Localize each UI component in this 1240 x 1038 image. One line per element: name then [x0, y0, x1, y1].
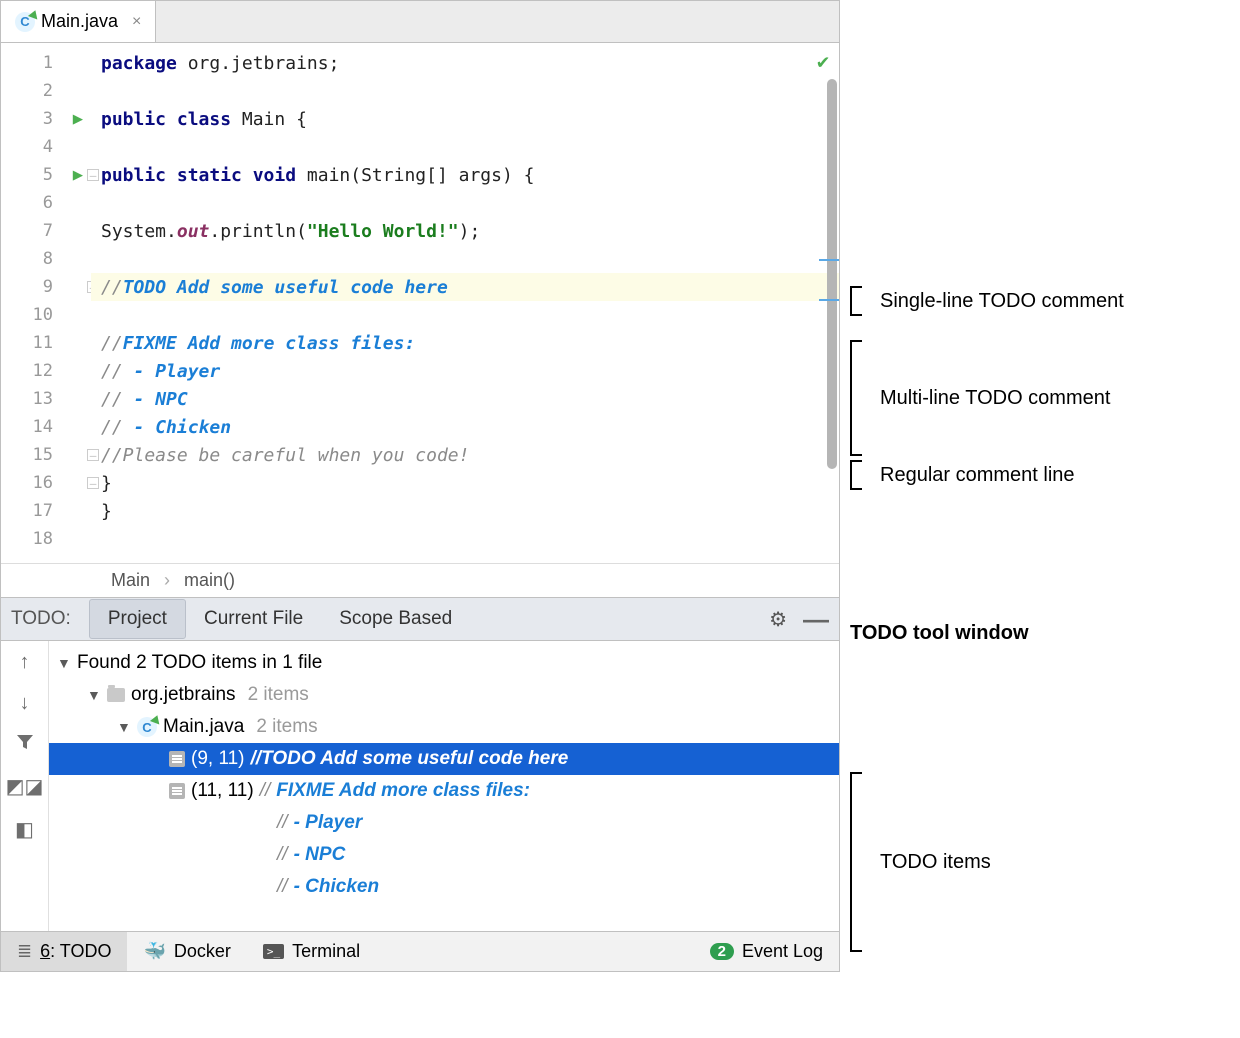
status-todo-button[interactable]: ≣ 6: TODO — [1, 932, 127, 971]
event-count-badge: 2 — [710, 943, 734, 960]
annotation-text: TODO items — [880, 851, 991, 874]
code-line[interactable] — [91, 245, 839, 273]
code-line[interactable] — [91, 133, 839, 161]
docker-icon: 🐳 — [143, 941, 165, 962]
annotation-text: Regular comment line — [880, 464, 1075, 487]
status-bar: ≣ 6: TODO 🐳 Docker >_ Terminal 2 Event L… — [1, 931, 839, 971]
code-line[interactable]: //FIXME Add more class files: — [91, 329, 839, 357]
list-icon: ≣ — [17, 941, 32, 962]
code-line[interactable]: System.out.println("Hello World!"); — [91, 217, 839, 245]
close-icon[interactable]: × — [132, 13, 141, 31]
code-line[interactable] — [91, 301, 839, 329]
todo-label: TODO: — [11, 608, 71, 630]
todo-item[interactable]: (11, 11) //FIXME Add more class files: — [49, 775, 839, 807]
scrollbar-thumb[interactable] — [827, 79, 837, 469]
todo-tree[interactable]: ▼ Found 2 TODO items in 1 file ▼ org.jet… — [49, 641, 839, 931]
line-gutter: 123▶45▶–6789–101112131415–16–1718 — [1, 43, 91, 563]
todo-tool-header: TODO: Project Current File Scope Based ⚙… — [1, 597, 839, 641]
breadcrumb-method[interactable]: main() — [184, 570, 235, 591]
annotations-panel: Single-line TODO comment Multi-line TODO… — [840, 0, 1240, 972]
hide-icon[interactable]: — — [803, 604, 829, 635]
code-line[interactable]: public class Main { — [91, 105, 839, 133]
breadcrumb: Main › main() — [1, 563, 839, 597]
tab-current-file[interactable]: Current File — [186, 600, 321, 638]
code-line[interactable]: } — [91, 469, 839, 497]
todo-item-cont[interactable]: // - Player — [49, 807, 839, 839]
editor-marker[interactable] — [819, 299, 839, 301]
filter-icon[interactable] — [16, 733, 34, 756]
annotation-text: TODO tool window — [850, 622, 1029, 645]
package-icon — [107, 688, 125, 702]
code-line[interactable]: package org.jetbrains; — [91, 49, 839, 77]
todo-item-cont[interactable]: // - NPC — [49, 839, 839, 871]
editor-tab[interactable]: Main.java × — [1, 1, 156, 42]
todo-item-icon — [169, 783, 185, 799]
terminal-icon: >_ — [263, 944, 284, 959]
code-editor[interactable]: 123▶45▶–6789–101112131415–16–1718 packag… — [1, 43, 839, 563]
tab-scope-based[interactable]: Scope Based — [321, 600, 470, 638]
editor-marker[interactable] — [819, 259, 839, 261]
code-line[interactable]: //TODO Add some useful code here — [91, 273, 839, 301]
java-class-icon — [137, 717, 157, 737]
breadcrumb-class[interactable]: Main — [111, 570, 150, 591]
inspection-ok-icon[interactable]: ✔ — [817, 49, 829, 73]
tab-project[interactable]: Project — [89, 599, 186, 639]
tree-summary[interactable]: ▼ Found 2 TODO items in 1 file — [49, 647, 839, 679]
preview-icon[interactable]: ◧ — [15, 817, 34, 842]
code-line[interactable] — [91, 189, 839, 217]
chevron-right-icon: › — [164, 570, 170, 591]
arrow-up-icon[interactable]: ↑ — [20, 651, 30, 674]
todo-item-cont[interactable]: // - Chicken — [49, 871, 839, 903]
code-line[interactable]: // - Player — [91, 357, 839, 385]
editor-tabbar: Main.java × — [1, 1, 839, 43]
todo-toolbar: ↑ ↓ ◩◪ ◧ — [1, 641, 49, 931]
code-line[interactable]: } — [91, 497, 839, 525]
annotation-text: Multi-line TODO comment — [880, 387, 1110, 410]
code-line[interactable]: // - Chicken — [91, 413, 839, 441]
status-event-log-button[interactable]: 2 Event Log — [694, 932, 839, 971]
status-docker-button[interactable]: 🐳 Docker — [127, 932, 246, 971]
group-icon[interactable]: ◩◪ — [6, 774, 44, 799]
annotation-text: Single-line TODO comment — [880, 290, 1124, 313]
code-line[interactable]: public static void main(String[] args) { — [91, 161, 839, 189]
java-class-icon — [15, 12, 35, 32]
todo-item-selected[interactable]: (9, 11) //TODO Add some useful code here — [49, 743, 839, 775]
todo-item-icon — [169, 751, 185, 767]
tree-package[interactable]: ▼ org.jetbrains 2 items — [49, 679, 839, 711]
code-line[interactable] — [91, 525, 839, 553]
code-line[interactable]: // - NPC — [91, 385, 839, 413]
arrow-down-icon[interactable]: ↓ — [20, 692, 30, 715]
ide-window: Main.java × 123▶45▶–6789–101112131415–16… — [0, 0, 840, 972]
gear-icon[interactable]: ⚙ — [769, 607, 787, 632]
todo-tool-body: ↑ ↓ ◩◪ ◧ ▼ Found 2 TODO items in 1 file … — [1, 641, 839, 931]
code-area[interactable]: package org.jetbrains; public class Main … — [91, 43, 839, 563]
tab-filename: Main.java — [41, 11, 118, 32]
code-line[interactable] — [91, 77, 839, 105]
code-line[interactable]: //Please be careful when you code! — [91, 441, 839, 469]
status-terminal-button[interactable]: >_ Terminal — [247, 932, 376, 971]
tree-file[interactable]: ▼ Main.java 2 items — [49, 711, 839, 743]
